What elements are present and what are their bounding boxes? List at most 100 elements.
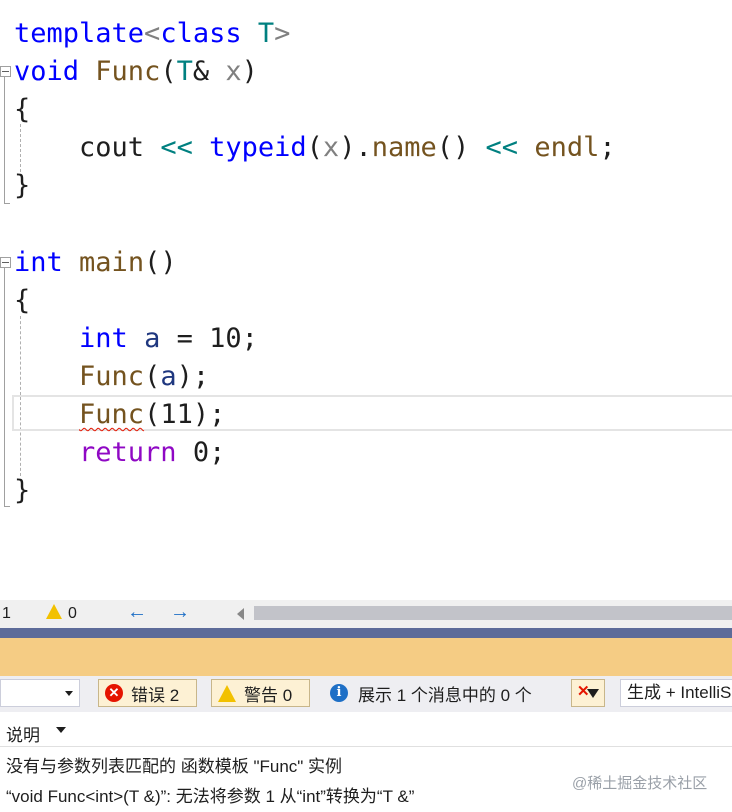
paren: (: [306, 132, 323, 163]
cout: cout: [79, 132, 145, 163]
semicolon: ;: [192, 361, 210, 392]
code-editor[interactable]: template<class T> void Func(T& x) { cout…: [0, 0, 732, 600]
error-list-toolbar: ✕ 错误 2 警告 0 i 展示 1 个消息中的 0 个 ✕ 生成 + Inte…: [0, 676, 732, 712]
semicolon: ;: [599, 132, 616, 163]
column-header-description[interactable]: 说明: [6, 721, 40, 746]
code-line-9[interactable]: int a = 10;: [14, 320, 258, 358]
angle-open: <: [144, 18, 161, 49]
fold-line-func: [4, 77, 5, 203]
brace-open: {: [14, 94, 31, 125]
parens: (): [144, 247, 177, 278]
keyword-template: template: [14, 18, 145, 49]
error-description: “void Func<int>(T &)”: 无法将参数 1 从“int”转换为…: [6, 787, 415, 806]
semicolon: ;: [209, 399, 226, 430]
brace-close: }: [14, 170, 31, 201]
call-func: Func: [79, 361, 145, 392]
function-main: main: [79, 247, 145, 278]
clear-filter-button[interactable]: ✕: [571, 679, 605, 707]
error-row[interactable]: “void Func<int>(T &)”: 无法将参数 1 从“int”转换为…: [0, 775, 732, 812]
number-0: 0: [192, 437, 210, 468]
build-source-label: 生成 + IntelliSense: [627, 683, 732, 702]
collapse-toggle-main[interactable]: [0, 257, 11, 268]
paren: (: [160, 56, 177, 87]
keyword-class: class: [160, 18, 242, 49]
code-line-2[interactable]: void Func(T& x): [14, 53, 258, 91]
code-line-13[interactable]: }: [14, 472, 30, 510]
fold-end-func: [4, 203, 10, 204]
type-param: T: [257, 18, 275, 49]
param-x: x: [225, 56, 242, 87]
paren: ): [176, 361, 193, 392]
keyword-int: int: [79, 323, 128, 354]
code-line-3[interactable]: {: [14, 91, 30, 129]
number-10: 10: [209, 323, 242, 354]
call-func-error[interactable]: Func: [79, 399, 144, 430]
paren: ): [339, 132, 356, 163]
code-line-4[interactable]: cout << typeid(x).name() << endl;: [14, 129, 616, 167]
arg-a: a: [160, 361, 177, 392]
code-line-7[interactable]: int main(): [14, 244, 177, 282]
number-11: 11: [160, 399, 193, 430]
build-source-dropdown[interactable]: 生成 + IntelliSense: [620, 679, 732, 707]
warnings-filter-label: 警告 0: [244, 685, 293, 705]
errors-filter-label: 错误 2: [131, 685, 180, 705]
sort-chevron-down-icon[interactable]: [56, 727, 66, 733]
arg-x: x: [322, 132, 340, 163]
editor-status-bar: 1 0 ← →: [0, 600, 732, 628]
error-icon: ✕: [105, 684, 123, 702]
watermark: @稀土掘金技术社区: [572, 775, 708, 792]
paren: (: [144, 399, 161, 430]
filter-funnel-icon: [587, 689, 599, 698]
collapse-toggle-func[interactable]: [0, 66, 11, 77]
paren: ): [241, 56, 258, 87]
semicolon: ;: [209, 437, 226, 468]
code-line-5[interactable]: }: [14, 167, 30, 205]
code-line-8[interactable]: {: [14, 282, 30, 320]
keyword-typeid: typeid: [209, 132, 307, 163]
error-description: 没有与参数列表匹配的 函数模板 "Func" 实例: [6, 757, 343, 776]
function-name: Func: [95, 56, 161, 87]
parens: (): [436, 132, 470, 163]
panel-divider: [0, 628, 732, 638]
endl: endl: [534, 132, 600, 163]
keyword-return: return: [79, 437, 177, 468]
scroll-left-icon[interactable]: [237, 608, 244, 620]
errors-filter-button[interactable]: ✕ 错误 2: [98, 679, 197, 707]
navigate-back-arrow-icon[interactable]: ←: [127, 601, 147, 624]
keyword-int: int: [14, 247, 63, 278]
code-line-11[interactable]: Func(11);: [14, 396, 225, 434]
navigate-forward-arrow-icon[interactable]: →: [170, 601, 190, 624]
chevron-down-icon: [65, 691, 73, 696]
error-list-header: 说明: [0, 712, 732, 747]
warnings-filter-button[interactable]: 警告 0: [211, 679, 310, 707]
angle-close: >: [274, 18, 291, 49]
brace-open: {: [14, 285, 31, 316]
operator-shl: <<: [160, 132, 193, 163]
line-indicator: 1: [2, 605, 11, 622]
warning-icon: [218, 684, 236, 702]
dot: .: [355, 132, 372, 163]
code-line-12[interactable]: return 0;: [14, 434, 225, 472]
horizontal-scrollbar[interactable]: [254, 606, 732, 620]
paren: ): [192, 399, 210, 430]
fold-line-main: [4, 268, 5, 506]
messages-filter-label: 展示 1 个消息中的 0 个: [358, 685, 532, 705]
ampersand: &: [192, 56, 210, 87]
fold-end-main: [4, 506, 10, 507]
panel-title-bar: [0, 638, 732, 676]
method-name: name: [371, 132, 437, 163]
paren: (: [144, 361, 161, 392]
messages-filter-button[interactable]: i 展示 1 个消息中的 0 个: [324, 679, 560, 707]
keyword-void: void: [14, 56, 80, 87]
code-line-10[interactable]: Func(a);: [14, 358, 209, 396]
scope-dropdown[interactable]: [0, 679, 80, 707]
warning-icon: [46, 604, 62, 619]
brace-close: }: [14, 475, 31, 506]
semicolon: ;: [241, 323, 258, 354]
code-line-1[interactable]: template<class T>: [14, 15, 290, 53]
equals: =: [176, 323, 193, 354]
param-type: T: [176, 56, 193, 87]
info-icon: i: [330, 684, 348, 702]
variable-a: a: [144, 323, 161, 354]
warning-count: 0: [68, 605, 77, 622]
